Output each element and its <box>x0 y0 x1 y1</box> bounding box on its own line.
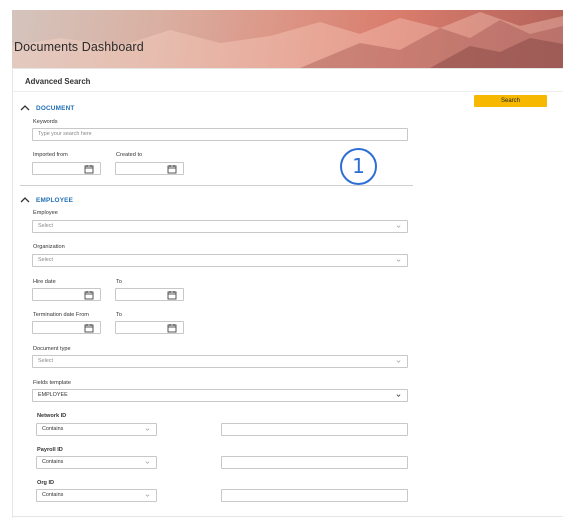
chevron-up-icon <box>20 105 30 111</box>
org-id-label: Org ID <box>37 480 55 486</box>
chevron-down-icon <box>396 394 401 397</box>
payroll-id-label: Payroll ID <box>37 447 63 453</box>
termination-to-label: To <box>116 312 122 318</box>
employee-label: Employee <box>33 210 58 216</box>
document-type-value: Select <box>38 358 53 364</box>
payroll-id-operator-value: Contains <box>42 459 64 465</box>
panel-divider <box>13 91 563 92</box>
org-id-operator-value: Contains <box>42 492 64 498</box>
document-section-toggle[interactable]: DOCUMENT <box>20 104 75 112</box>
org-id-value-input[interactable] <box>221 489 408 502</box>
step-number-badge: 1 <box>340 148 377 185</box>
network-id-label: Network ID <box>37 413 67 419</box>
chevron-down-icon <box>145 428 150 431</box>
calendar-icon[interactable] <box>84 290 94 300</box>
document-section-heading: DOCUMENT <box>36 104 75 112</box>
created-to-label: Created to <box>116 152 143 158</box>
banner-top-edge <box>0 0 563 10</box>
payroll-id-value-input[interactable] <box>221 456 408 469</box>
document-type-label: Document type <box>33 346 71 352</box>
employee-section-toggle[interactable]: EMPLOYEE <box>20 196 73 204</box>
org-id-operator-select[interactable]: Contains <box>36 489 157 502</box>
calendar-icon[interactable] <box>84 164 94 174</box>
banner-left-edge <box>0 0 12 68</box>
chevron-down-icon <box>396 259 401 262</box>
calendar-icon[interactable] <box>84 323 94 333</box>
header-banner: Documents Dashboard <box>0 0 563 68</box>
network-id-value-input[interactable] <box>221 423 408 436</box>
employee-section-heading: EMPLOYEE <box>36 196 74 204</box>
chevron-down-icon <box>396 225 401 228</box>
network-id-operator-value: Contains <box>42 426 64 432</box>
employee-select-value: Select <box>38 223 53 229</box>
fields-template-label: Fields template <box>33 380 71 386</box>
created-to-date[interactable] <box>115 162 184 175</box>
payroll-id-operator-select[interactable]: Contains <box>36 456 157 469</box>
imported-from-label: Imported from <box>33 152 68 158</box>
termination-date-to[interactable] <box>115 321 184 334</box>
fields-template-select[interactable]: EMPLOYEE <box>32 389 408 402</box>
mountain-image <box>0 12 563 68</box>
chevron-down-icon <box>145 461 150 464</box>
organization-select[interactable]: Select <box>32 254 408 267</box>
termination-date-from[interactable] <box>32 321 101 334</box>
search-button[interactable]: Search <box>474 95 547 107</box>
imported-from-date[interactable] <box>32 162 101 175</box>
termination-date-label: Termination date From <box>33 312 89 318</box>
hire-date-from[interactable] <box>32 288 101 301</box>
employee-select[interactable]: Select <box>32 220 408 233</box>
page-title: Documents Dashboard <box>14 40 144 54</box>
hire-to-label: To <box>116 279 122 285</box>
fields-template-value: EMPLOYEE <box>38 392 68 398</box>
keywords-label: Keywords <box>33 119 58 125</box>
network-id-operator-select[interactable]: Contains <box>36 423 157 436</box>
calendar-icon[interactable] <box>167 323 177 333</box>
section-separator <box>20 185 413 186</box>
keywords-input[interactable]: Type your search here <box>32 128 408 141</box>
panel-bottom-border <box>12 516 563 517</box>
document-type-select[interactable]: Select <box>32 355 408 368</box>
organization-label: Organization <box>33 244 65 250</box>
chevron-down-icon <box>396 360 401 363</box>
panel-title: Advanced Search <box>25 77 91 86</box>
chevron-up-icon <box>20 197 30 203</box>
hire-date-label: Hire date <box>33 279 56 285</box>
calendar-icon[interactable] <box>167 290 177 300</box>
hire-date-to[interactable] <box>115 288 184 301</box>
calendar-icon[interactable] <box>167 164 177 174</box>
chevron-down-icon <box>145 494 150 497</box>
organization-select-value: Select <box>38 257 53 263</box>
